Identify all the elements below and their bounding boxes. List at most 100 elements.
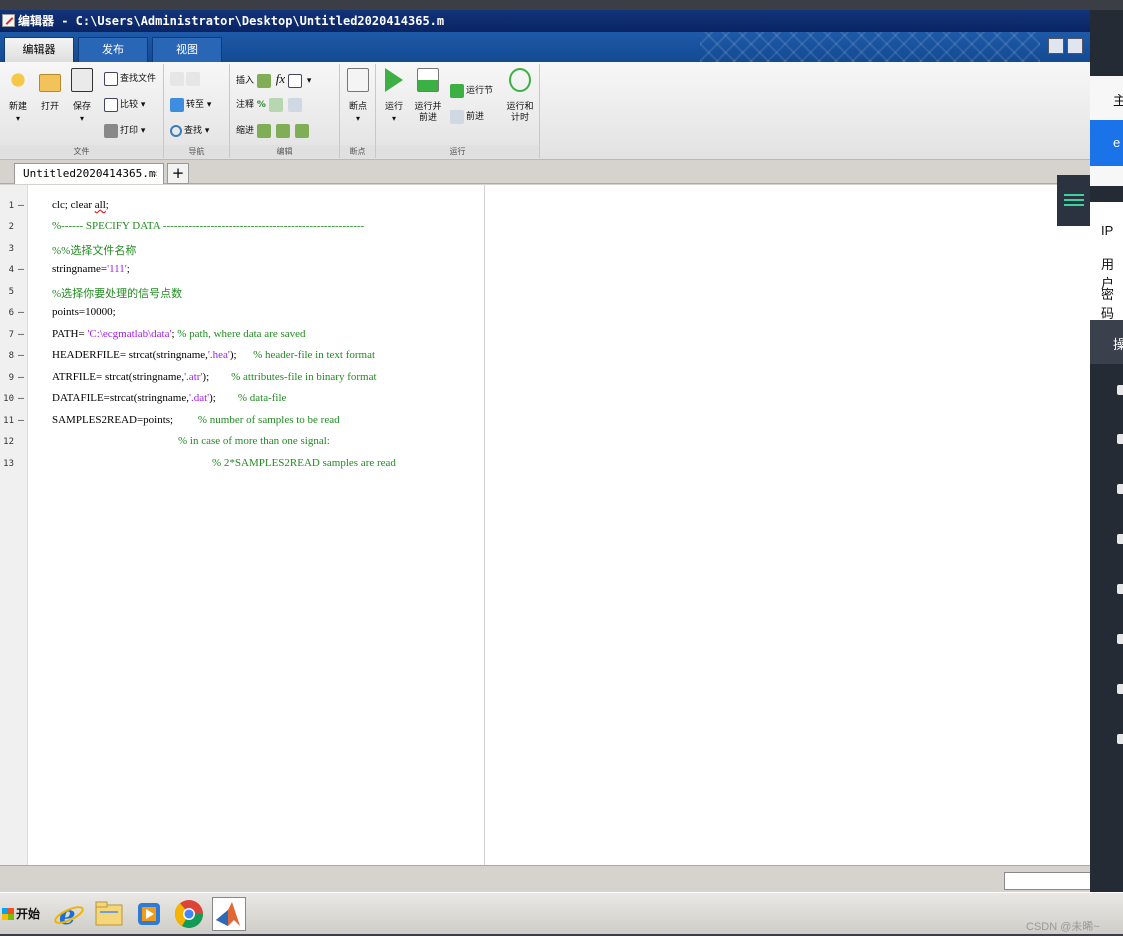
wrap-comments-icon <box>287 97 302 112</box>
navigate-group: 转至 ▾ 查找 ▾ 导航 <box>164 64 230 158</box>
code-line: clc; clear all; <box>52 199 109 211</box>
code-token: ATRFILE= strcat(stringname, <box>52 371 185 383</box>
find-files-label: 查找文件 <box>120 74 157 84</box>
side-nav-icon[interactable] <box>1117 634 1123 644</box>
matlab-icon[interactable] <box>212 897 246 931</box>
svg-text:e: e <box>59 901 76 931</box>
insert-icon <box>256 73 271 88</box>
line-number: 8 <box>8 351 14 361</box>
find-files-button[interactable]: 查找文件 <box>104 70 156 88</box>
code-token: ; <box>105 199 109 211</box>
compare-button[interactable]: 比较 ▾ <box>104 96 145 114</box>
side-nav-icon[interactable] <box>1117 584 1123 594</box>
quick-access-icon[interactable] <box>1048 38 1064 54</box>
code-line: stringname='111'; <box>52 263 130 275</box>
executable-marker[interactable]: – <box>18 329 24 340</box>
find-button[interactable]: 查找 ▾ <box>170 122 209 140</box>
edit-group: 插入 fx ▾ 注释 % 缩进 编辑 <box>230 64 340 158</box>
code-editor[interactable]: 1 – 2 3 4 – 5 6 – 7 – 8 – 9 – 10 – 11 – … <box>0 185 1090 865</box>
side-nav-icon[interactable] <box>1117 684 1123 694</box>
line-number: 11 <box>3 416 14 426</box>
executable-marker[interactable]: – <box>18 200 24 211</box>
side-password-label: 密码 <box>1101 287 1115 321</box>
editor-app-icon <box>2 14 15 27</box>
executable-marker[interactable]: – <box>18 372 24 383</box>
start-button[interactable]: 开始 <box>2 903 40 925</box>
executable-marker[interactable]: – <box>18 415 24 426</box>
run-label: 运行 <box>384 102 403 112</box>
run-button[interactable]: 运行 ▾ <box>376 68 412 124</box>
run-group: 运行 ▾ 运行并 前进 运行节 前进 运行和 计时 运行 <box>376 64 540 158</box>
code-comment: % path, where data are saved <box>177 328 306 340</box>
side-ip-label: IP <box>1101 223 1114 238</box>
executable-marker[interactable]: – <box>18 264 24 275</box>
code-string: '.dat' <box>188 392 210 404</box>
code-token: PATH= <box>52 328 88 340</box>
side-nav-icon[interactable] <box>1117 534 1123 544</box>
close-tab-icon[interactable]: × <box>151 164 158 184</box>
comment-button[interactable]: 注释 % <box>236 96 304 114</box>
file-explorer-icon[interactable] <box>92 897 126 931</box>
open-label: 打开 <box>40 102 59 112</box>
goto-button[interactable]: 转至 ▾ <box>170 96 211 114</box>
advance-label: 前进 <box>466 112 485 122</box>
side-nav-icon[interactable] <box>1117 385 1123 395</box>
save-layout-icon[interactable] <box>1067 38 1083 54</box>
code-line: DATAFILE=strcat(stringname,'.dat'); % da… <box>52 392 286 404</box>
breakpoints-icon <box>347 68 369 92</box>
advance-button[interactable]: 前进 <box>450 108 484 126</box>
back-forward-buttons[interactable] <box>170 70 202 88</box>
code-comment-line: %选择你要处理的信号点数 <box>52 288 183 300</box>
code-token: HEADERFILE= strcat(stringname, <box>52 349 208 361</box>
side-item-label: 主 <box>1113 93 1123 108</box>
code-line: SAMPLES2READ=points; % number of samples… <box>52 414 340 426</box>
comment-label: 注释 <box>236 100 255 110</box>
run-and-time-button[interactable]: 运行和 计时 <box>502 68 538 124</box>
open-button[interactable]: 打开 <box>32 68 68 113</box>
run-section-icon <box>450 83 464 98</box>
code-token: clc; clear <box>52 199 95 211</box>
right-margin-line <box>484 185 485 865</box>
code-string: '111' <box>107 263 127 275</box>
add-tab-button[interactable]: + <box>167 163 189 184</box>
document-tab[interactable]: Untitled2020414365.m × <box>14 163 164 184</box>
compare-icon <box>104 97 118 112</box>
tab-editor[interactable]: 编辑器 <box>4 37 74 62</box>
goto-label: 转至 <box>186 100 205 110</box>
tab-view[interactable]: 视图 <box>152 37 222 62</box>
print-button[interactable]: 打印 ▾ <box>104 122 145 140</box>
chrome-icon[interactable] <box>172 897 206 931</box>
run-section-button[interactable]: 运行节 <box>450 82 493 100</box>
indent-label: 缩进 <box>236 126 255 136</box>
executable-marker[interactable]: – <box>18 307 24 318</box>
code-token: ; <box>126 263 130 275</box>
media-player-icon[interactable] <box>132 897 166 931</box>
insert-function-icon <box>288 73 303 88</box>
executable-marker[interactable]: – <box>18 350 24 361</box>
ie-browser-icon[interactable]: e <box>52 897 86 931</box>
taskbar: 开始 e <box>0 892 1123 934</box>
run-advance-button[interactable]: 运行并 前进 <box>410 68 446 124</box>
breakpoints-button[interactable]: 断点 ▾ <box>340 68 376 124</box>
line-number: 13 <box>3 459 14 469</box>
code-line: points=10000; <box>52 306 116 318</box>
hamburger-menu-icon[interactable] <box>1057 175 1090 226</box>
side-nav-icon[interactable] <box>1117 484 1123 494</box>
indent-button[interactable]: 缩进 <box>236 122 311 140</box>
line-number: 10 <box>3 394 14 404</box>
title-bar: 编辑器 - C:\Users\Administrator\Desktop\Unt… <box>0 10 1090 32</box>
file-group-label: 文件 <box>0 145 163 158</box>
fx-icon: fx <box>275 71 286 86</box>
side-nav-icon[interactable] <box>1117 434 1123 444</box>
run-section-label: 运行节 <box>466 86 494 96</box>
tab-publish[interactable]: 发布 <box>78 37 148 62</box>
new-icon <box>7 68 29 92</box>
side-nav-icon[interactable] <box>1117 734 1123 744</box>
code-comment: % header-file in text format <box>253 349 376 361</box>
smart-indent-icon <box>256 123 271 138</box>
code-comment: % number of samples to be read <box>197 414 340 426</box>
executable-marker[interactable]: – <box>18 393 24 404</box>
new-button[interactable]: 新建 ▾ <box>0 68 36 124</box>
insert-button[interactable]: 插入 fx ▾ <box>236 70 311 88</box>
save-button[interactable]: 保存 ▾ <box>64 68 100 124</box>
